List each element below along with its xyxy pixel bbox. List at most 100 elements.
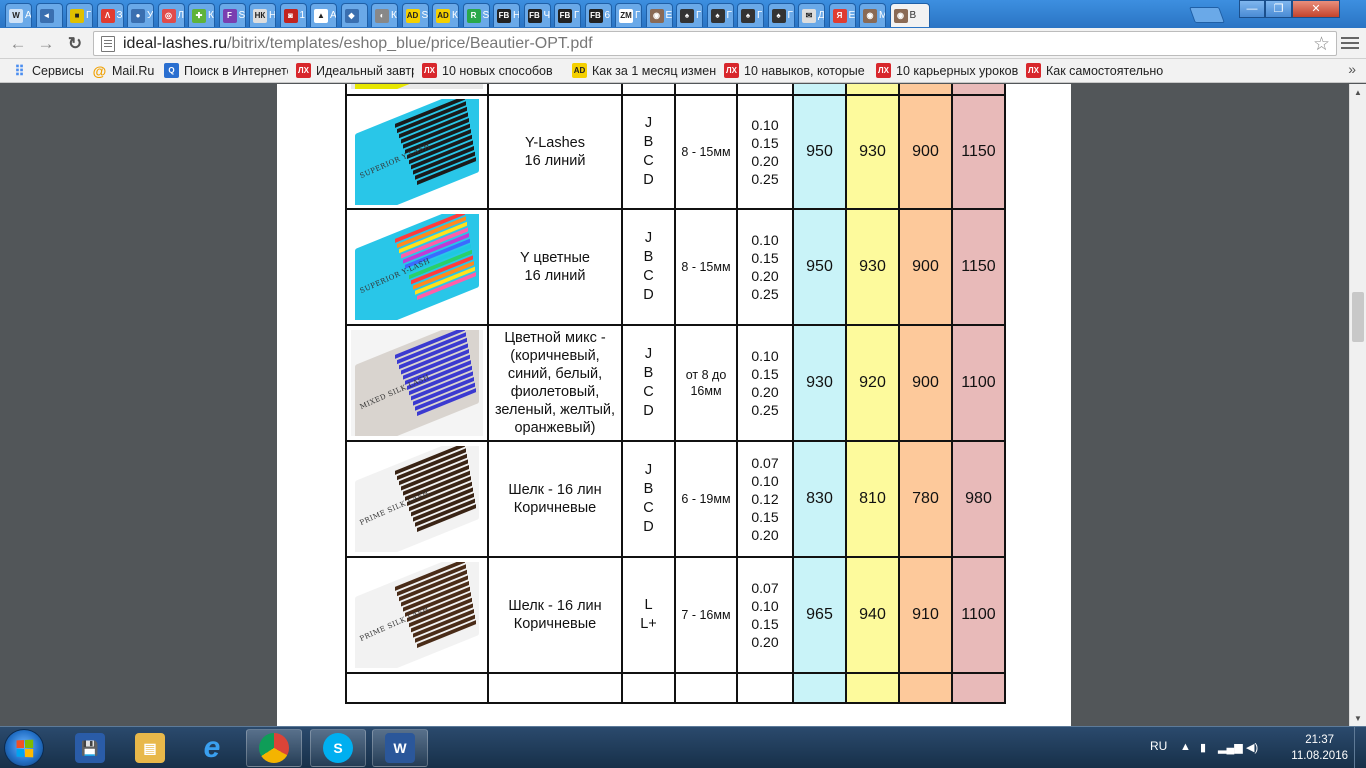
bookmark-item[interactable]: ЛХ Идеальный завтрак [292,60,418,82]
browser-tab[interactable]: ЯЕ [828,3,856,27]
tab-title: Г [757,10,763,21]
curl-types-line: C [643,268,654,284]
browser-tab[interactable]: FB Г [554,3,581,27]
chrome-menu-icon[interactable] [1341,34,1359,52]
browser-tab[interactable]: ◙ 1 [279,3,307,27]
browser-tab[interactable]: ♠ Г [737,3,764,27]
url-host: ideal-lashes.ru [123,34,228,52]
show-desktop-button[interactable] [1354,727,1366,768]
table-row: SUPERIOR Y-LASH Y-Lashes 16 линий J B C D 8 - 1… [345,94,1006,210]
close-button[interactable]: ✕ [1292,0,1340,18]
back-button[interactable]: ← [7,33,29,55]
browser-tab[interactable]: ◉Е [645,3,673,27]
bookmark-star-icon[interactable]: ☆ [1313,33,1330,56]
taskbar-button[interactable]: S [310,729,366,767]
table-cell [792,672,847,704]
pdf-viewer[interactable]: 16 линийCD8 - 16мм0.209509309001150SUPER… [0,84,1366,726]
bookmark-item[interactable]: ЛХ Как самостоятельно [1022,60,1172,82]
price-cell: 920 [845,324,900,442]
lash-tray [355,84,479,89]
product-name-line: оранжевый) [514,420,596,436]
curl-types-line: D [643,519,654,535]
browser-tab[interactable]: AD К [432,3,459,27]
taskbar-button[interactable]: W [372,729,428,767]
network-signal-icon[interactable]: ▂▄▆ [1218,741,1243,754]
battery-icon[interactable]: ▮ [1200,741,1206,754]
scroll-down-arrow-icon[interactable]: ▼ [1350,710,1366,726]
tab-title: Е [849,10,855,21]
browser-tab[interactable]: ADS [401,3,429,27]
browser-tab[interactable]: WA [5,3,32,27]
url-path: /bitrix/templates/eshop_blue/price/Beaut… [227,34,593,52]
taskbar-button[interactable]: 💾 [62,729,118,767]
browser-tab[interactable]: ZM Г [615,3,642,27]
table-row: SUPERIOR Y-LASH Y цветные 16 линий J B C D 8 - … [345,208,1006,326]
browser-tab[interactable]: НКН [249,3,276,27]
tab-favicon-icon: НК [253,8,267,23]
maximize-button[interactable]: ❐ [1265,0,1292,18]
browser-tab[interactable]: FBЧ [523,3,551,27]
browser-tab[interactable]: FBН [493,3,520,27]
browser-tab[interactable]: ◎ Л [157,3,185,27]
lash-product-image: SUPERIOR Y-LASH [351,99,483,205]
browser-tab[interactable]: FB 6 [584,3,612,27]
lash-product-image: PRIME SILK LASH [351,562,483,668]
taskbar-button[interactable]: e [184,729,240,767]
browser-tab[interactable]: ● У [127,3,154,27]
table-cell [487,672,623,704]
bookmark-label: Сервисы [32,63,84,78]
browser-tab[interactable]: ■ Г [66,3,93,27]
taskbar-button[interactable] [246,729,302,767]
bookmark-item[interactable]: ЛХ 10 карьерных уроков [872,60,1022,82]
forward-button[interactable]: → [35,33,57,55]
browser-tab[interactable]: ✚ К [188,3,215,27]
product-name-line: Y цветные [519,250,590,266]
bookmark-item[interactable]: ЛХ 10 навыков, которые [720,60,872,82]
price-cell: 930 [845,94,900,210]
bookmark-item[interactable]: Q Поиск в Интернете [160,60,292,82]
vertical-scrollbar[interactable]: ▲ ▼ [1349,84,1366,726]
browser-tab[interactable]: ◉М [859,3,886,27]
browser-tab[interactable]: ♠ Г [706,3,734,27]
bookmark-item[interactable]: ЛХ 10 новых способов [418,60,568,82]
browser-tab[interactable]: ◆ [340,3,368,27]
reload-button[interactable]: ↻ [64,33,86,55]
price-cell: 965 [792,556,847,674]
browser-tab[interactable]: ΛЗ [96,3,124,27]
thickness-values-line: 0.25 [751,171,779,187]
volume-icon[interactable]: ◀) [1246,741,1258,754]
clock[interactable]: 21:37 11.08.2016 [1291,732,1348,764]
bookmarks-overflow-button[interactable]: » [1348,61,1356,77]
language-indicator[interactable]: RU [1150,739,1167,753]
address-bar[interactable]: ideal-lashes.ru/bitrix/templates/eshop_b… [93,31,1337,56]
tab-title: Н [513,10,519,21]
browser-tab[interactable]: ▲А [310,3,337,27]
length-range-line: 8 - 15мм [681,145,731,159]
tray-expand-icon[interactable]: ▲ [1180,741,1191,753]
browser-tab[interactable]: RS [462,3,490,27]
thickness-values-line: 0.15 [751,250,779,266]
bookmark-item[interactable]: AD Как за 1 месяц измен [568,60,720,82]
page-icon[interactable] [101,35,115,52]
browser-tab[interactable]: ◄ [35,3,63,27]
length-range: 8 - 16мм [674,84,738,96]
minimize-button[interactable]: — [1239,0,1265,18]
scroll-up-arrow-icon[interactable]: ▲ [1350,84,1366,100]
new-tab-button[interactable] [1189,7,1225,23]
scroll-thumb[interactable] [1352,292,1364,342]
browser-tab[interactable]: ♠ Г [767,3,795,27]
browser-tab[interactable]: ◐ К [371,3,398,27]
bookmark-label: Как самостоятельно [1046,63,1164,78]
start-button[interactable] [4,729,44,767]
price-cell: 950 [792,84,847,96]
url-text[interactable]: ideal-lashes.ru/bitrix/templates/eshop_b… [123,35,593,53]
tab-favicon-icon: FB [497,8,511,23]
browser-tab[interactable]: FS [218,3,246,27]
thickness-values-line: 0.10 [751,232,779,248]
browser-tab[interactable]: ✉Д [798,3,825,27]
bookmark-item[interactable]: ⠿ Сервисы [8,60,88,82]
taskbar-button[interactable]: ▤ [122,729,178,767]
bookmark-item[interactable]: @ Mail.Ru [88,60,160,82]
browser-tab[interactable]: ♠ Г [676,3,703,27]
browser-tab[interactable]: ◉ В [889,3,930,27]
